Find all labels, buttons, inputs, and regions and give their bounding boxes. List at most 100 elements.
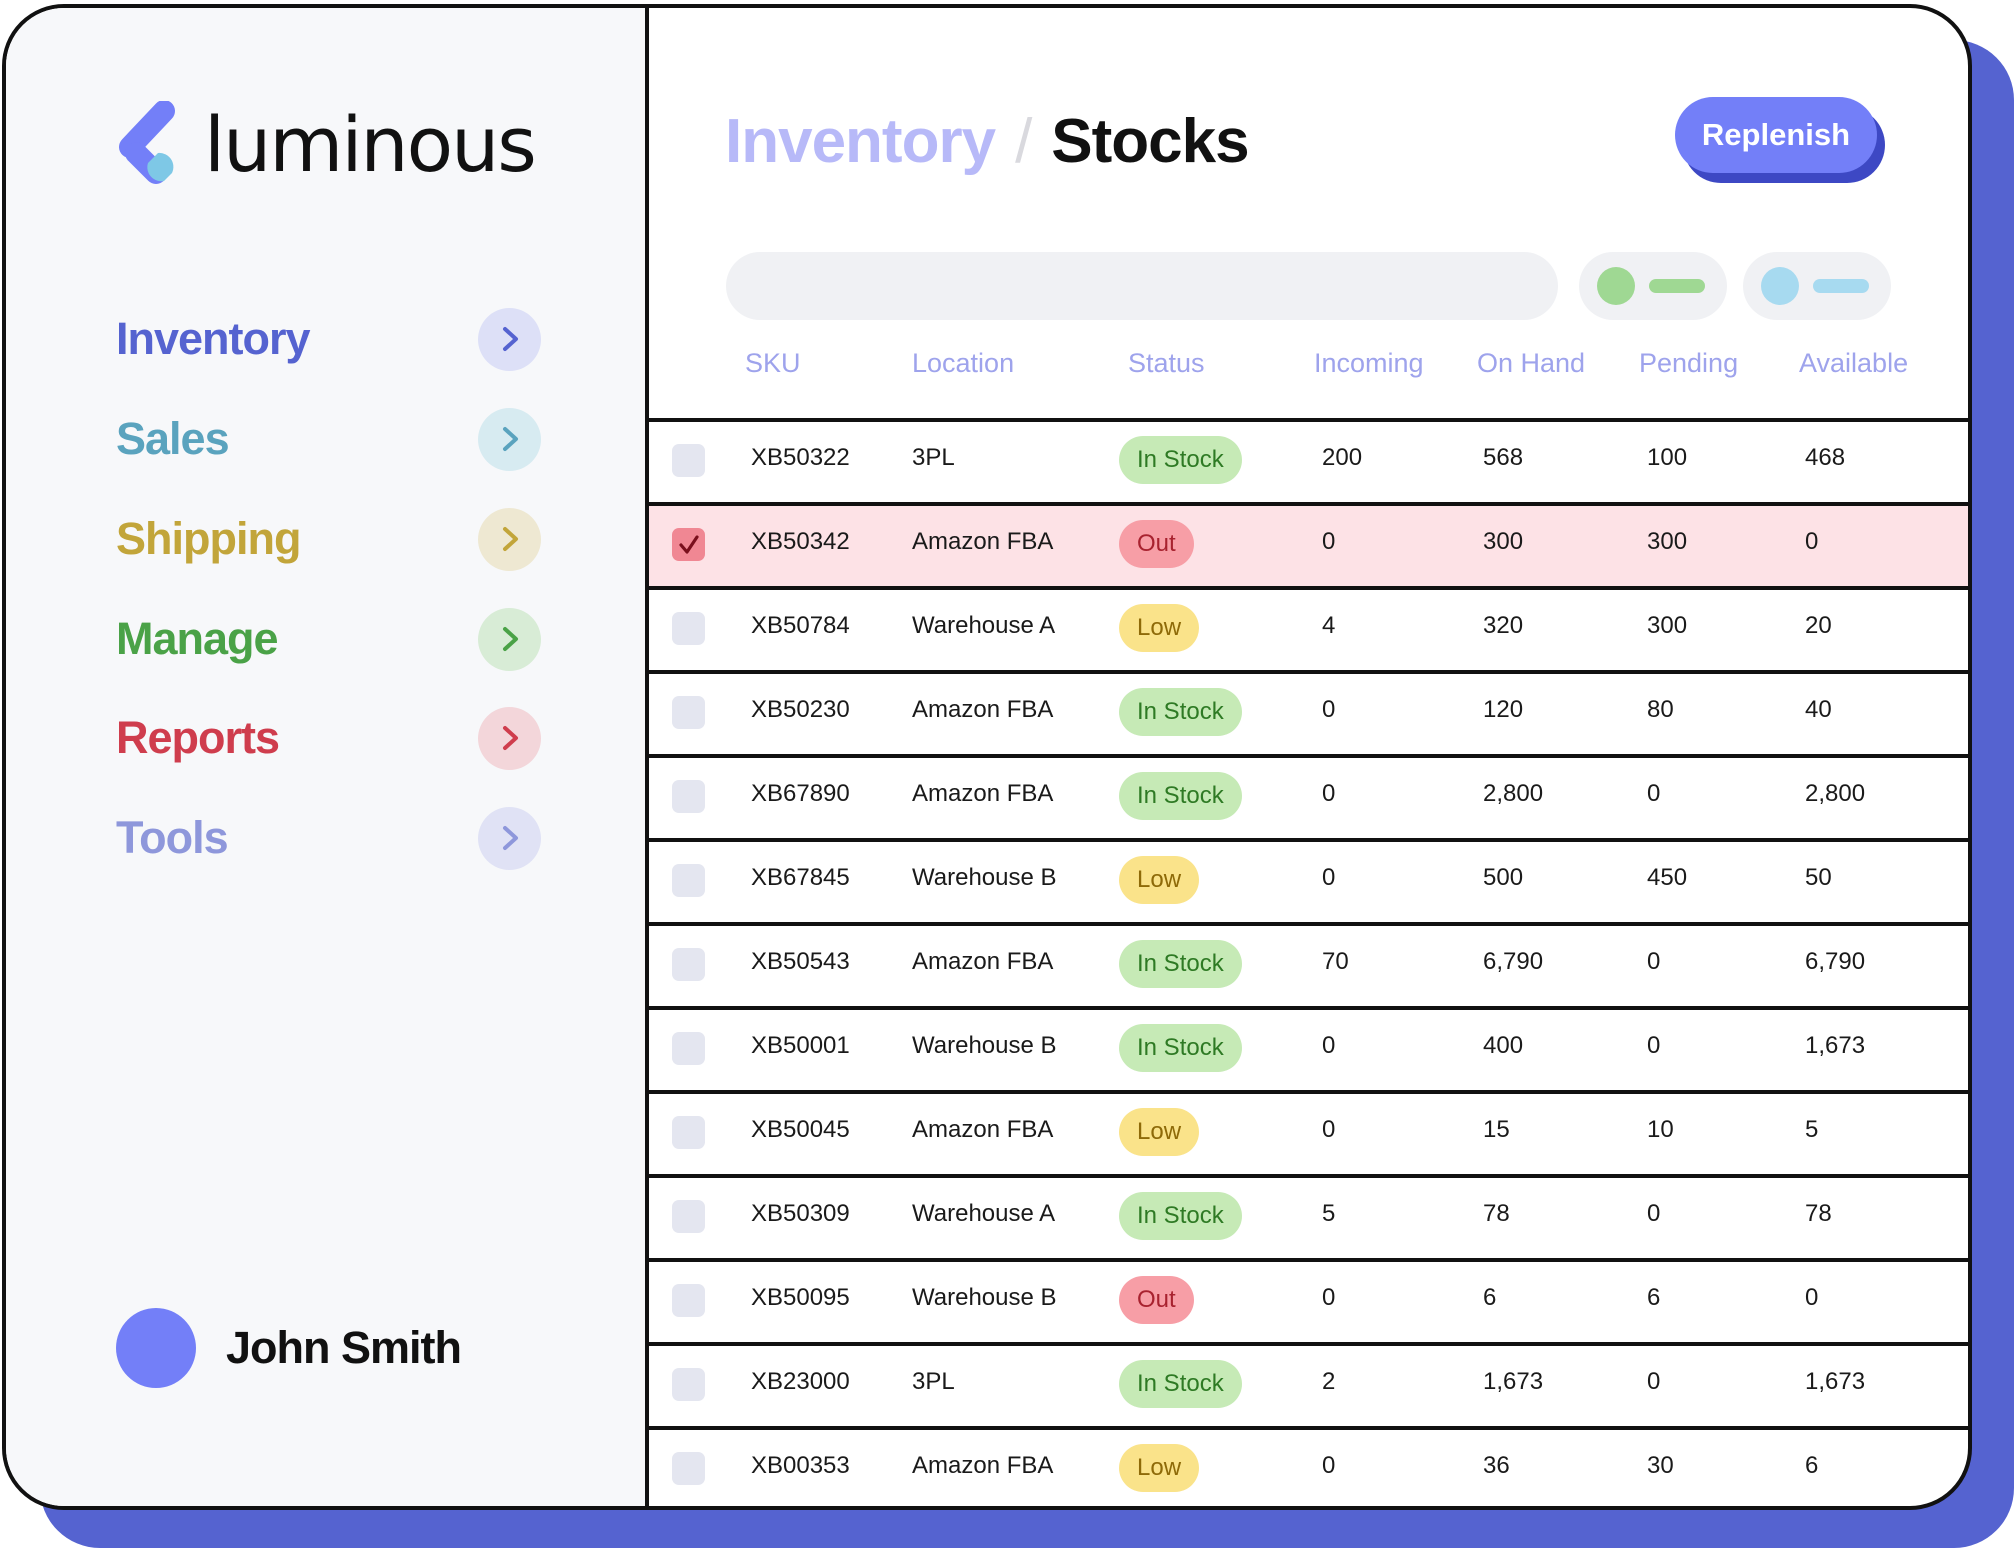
table-row[interactable]: XB50784 Warehouse A Low 4 320 300 20 <box>649 586 1968 670</box>
replenish-button-wrap: Replenish <box>1675 97 1885 183</box>
sidebar: luminous Inventory Sales Shipping Manage Rep… <box>6 8 649 1506</box>
status-badge: Out <box>1119 520 1194 568</box>
row-checkbox[interactable] <box>672 1032 705 1065</box>
cell-location: Amazon FBA <box>912 948 1054 975</box>
chevron-right-icon[interactable] <box>478 806 541 870</box>
cell-available: 20 <box>1805 612 1832 639</box>
status-badge: Low <box>1119 856 1200 904</box>
status-badge: Low <box>1119 604 1200 652</box>
table-row[interactable]: XB67890 Amazon FBA In Stock 0 2,800 0 2,800 <box>649 754 1968 838</box>
row-checkbox[interactable] <box>672 1368 705 1401</box>
column-header-sku[interactable]: SKU <box>745 348 801 379</box>
cell-pending: 0 <box>1647 948 1661 975</box>
cell-incoming: 0 <box>1322 1452 1336 1479</box>
brand[interactable]: luminous <box>118 100 537 189</box>
cell-sku: XB50342 <box>751 528 850 555</box>
cell-available: 6 <box>1805 1452 1819 1479</box>
cell-location: Warehouse B <box>912 864 1057 891</box>
sidebar-item-tools[interactable]: Tools <box>116 805 541 871</box>
table-row[interactable]: XB50001 Warehouse B In Stock 0 400 0 1,673 <box>649 1006 1968 1090</box>
filter-toggle-green[interactable] <box>1579 252 1727 320</box>
row-checkbox[interactable] <box>672 864 705 897</box>
cell-available: 1,673 <box>1805 1368 1866 1395</box>
cell-on-hand: 568 <box>1483 444 1524 471</box>
table-row[interactable]: XB50543 Amazon FBA In Stock 70 6,790 0 6,790 <box>649 922 1968 1006</box>
filter-toggle-blue[interactable] <box>1743 252 1891 320</box>
chevron-right-icon[interactable] <box>478 607 541 671</box>
table-row[interactable]: XB50322 3PL In Stock 200 568 100 468 <box>649 418 1968 502</box>
breadcrumb: Inventory / Stocks <box>725 106 1250 177</box>
table-row[interactable]: XB50309 Warehouse A In Stock 5 78 0 78 <box>649 1174 1968 1258</box>
cell-location: Warehouse B <box>912 1284 1057 1311</box>
search-input[interactable] <box>726 252 1558 320</box>
table-row[interactable]: XB00353 Amazon FBA Low 0 36 30 6 <box>649 1426 1968 1506</box>
avatar[interactable] <box>116 1308 196 1388</box>
sidebar-item-label: Tools <box>116 812 229 863</box>
row-checkbox[interactable] <box>672 528 705 561</box>
row-checkbox[interactable] <box>672 612 705 645</box>
cell-available: 50 <box>1805 864 1832 891</box>
status-badge: In Stock <box>1119 1360 1242 1408</box>
filter-bar-green-icon <box>1649 279 1705 293</box>
cell-pending: 0 <box>1647 1032 1661 1059</box>
cell-location: Amazon FBA <box>912 696 1054 723</box>
chevron-right-icon[interactable] <box>478 307 541 371</box>
sidebar-item-label: Sales <box>116 413 230 464</box>
cell-incoming: 0 <box>1322 1116 1336 1143</box>
column-header-incoming[interactable]: Incoming <box>1314 348 1424 379</box>
cell-on-hand: 400 <box>1483 1032 1524 1059</box>
brand-name: luminous <box>204 100 537 189</box>
table-row[interactable]: XB50230 Amazon FBA In Stock 0 120 80 40 <box>649 670 1968 754</box>
table-row[interactable]: XB50342 Amazon FBA Out 0 300 300 0 <box>649 502 1968 586</box>
sidebar-item-sales[interactable]: Sales <box>116 406 541 472</box>
table-row[interactable]: XB67845 Warehouse B Low 0 500 450 50 <box>649 838 1968 922</box>
sidebar-item-manage[interactable]: Manage <box>116 606 541 672</box>
chevron-right-icon[interactable] <box>478 407 541 471</box>
row-checkbox[interactable] <box>672 948 705 981</box>
page-title: Stocks <box>1051 107 1249 176</box>
table-header: SKU Location Status Incoming On Hand Pending A… <box>649 348 1968 418</box>
cell-pending: 300 <box>1647 528 1688 555</box>
status-badge: Low <box>1119 1108 1200 1156</box>
column-header-location[interactable]: Location <box>912 348 1014 379</box>
column-header-on-hand[interactable]: On Hand <box>1477 348 1585 379</box>
table-row[interactable]: XB50045 Amazon FBA Low 0 15 10 5 <box>649 1090 1968 1174</box>
status-badge: In Stock <box>1119 436 1242 484</box>
row-checkbox[interactable] <box>672 1452 705 1485</box>
column-header-pending[interactable]: Pending <box>1639 348 1738 379</box>
table-row[interactable]: XB50095 Warehouse B Out 0 6 6 0 <box>649 1258 1968 1342</box>
sidebar-item-reports[interactable]: Reports <box>116 705 541 771</box>
main-content: Inventory / Stocks Replenish SKU Location… <box>649 8 1968 1506</box>
row-checkbox[interactable] <box>672 696 705 729</box>
breadcrumb-parent-link[interactable]: Inventory <box>725 106 996 177</box>
row-checkbox[interactable] <box>672 1284 705 1317</box>
row-checkbox[interactable] <box>672 780 705 813</box>
chevron-right-icon[interactable] <box>478 706 541 770</box>
replenish-button[interactable]: Replenish <box>1675 97 1877 173</box>
cell-available: 5 <box>1805 1116 1819 1143</box>
row-checkbox[interactable] <box>672 1116 705 1149</box>
sidebar-item-shipping[interactable]: Shipping <box>116 506 541 572</box>
cell-on-hand: 300 <box>1483 528 1524 555</box>
user-profile[interactable]: John Smith <box>116 1308 462 1388</box>
cell-on-hand: 36 <box>1483 1452 1510 1479</box>
column-header-status[interactable]: Status <box>1128 348 1205 379</box>
cell-location: Amazon FBA <box>912 780 1054 807</box>
cell-sku: XB50543 <box>751 948 850 975</box>
status-badge: Low <box>1119 1444 1200 1492</box>
chevron-right-icon[interactable] <box>478 507 541 571</box>
sidebar-item-label: Inventory <box>116 313 311 364</box>
table-row[interactable]: XB23000 3PL In Stock 2 1,673 0 1,673 <box>649 1342 1968 1426</box>
sidebar-item-inventory[interactable]: Inventory <box>116 306 541 372</box>
cell-available: 2,800 <box>1805 780 1866 807</box>
cell-available: 78 <box>1805 1200 1832 1227</box>
row-checkbox[interactable] <box>672 444 705 477</box>
cell-on-hand: 6 <box>1483 1284 1497 1311</box>
cell-location: Amazon FBA <box>912 528 1054 555</box>
sidebar-item-label: Shipping <box>116 513 301 564</box>
column-header-available[interactable]: Available <box>1799 348 1908 379</box>
cell-location: 3PL <box>912 1368 955 1395</box>
cell-location: Warehouse A <box>912 612 1056 639</box>
cell-incoming: 200 <box>1322 444 1363 471</box>
row-checkbox[interactable] <box>672 1200 705 1233</box>
